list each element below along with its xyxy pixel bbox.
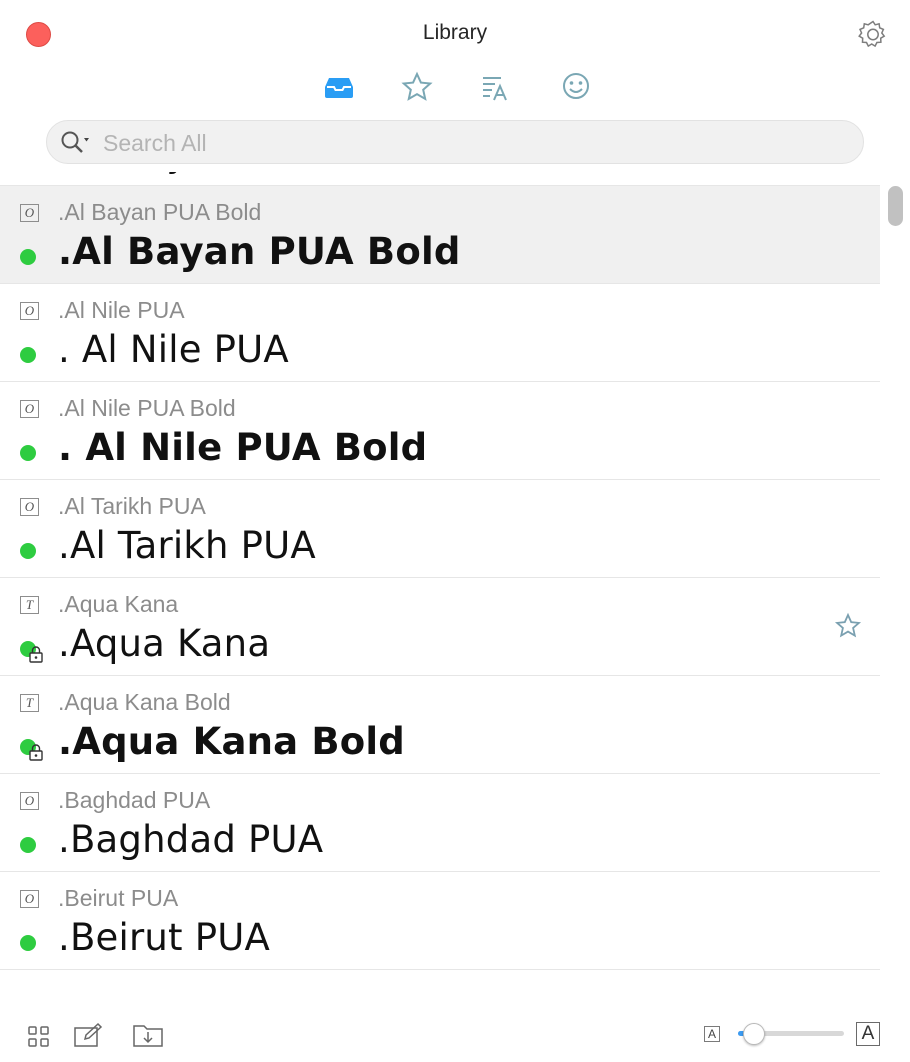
- font-preview: .Al Bayan PUA Bold: [58, 230, 461, 273]
- star-icon: [401, 71, 433, 101]
- active-status-dot[interactable]: [20, 543, 36, 559]
- font-preview: .Al Bayan PUA Plain: [58, 172, 424, 175]
- slider-knob[interactable]: [742, 1023, 765, 1045]
- tab-favorites[interactable]: [400, 70, 434, 104]
- lock-icon: [29, 744, 43, 761]
- font-family-label: .Al Nile PUA: [58, 297, 185, 323]
- import-folder-icon[interactable]: [132, 1022, 164, 1048]
- text-sort-icon: [483, 77, 507, 101]
- font-family-label: .Beirut PUA: [58, 885, 179, 911]
- font-row[interactable]: O .Baghdad PUA .Baghdad PUA: [0, 774, 880, 872]
- tab-inbox[interactable]: [322, 70, 356, 104]
- lock-icon: [29, 646, 43, 663]
- font-type-icon: O: [20, 400, 39, 418]
- search-bar: [46, 120, 864, 164]
- font-family-label: .Aqua Kana: [58, 591, 179, 617]
- font-row[interactable]: O .Al Nile PUA . Al Nile PUA: [0, 284, 880, 382]
- active-status-dot[interactable]: [20, 347, 36, 363]
- search-input[interactable]: [103, 127, 843, 159]
- scrollbar-thumb[interactable]: [888, 186, 903, 226]
- edit-icon[interactable]: [73, 1022, 103, 1048]
- font-row[interactable]: O .Al Tarikh PUA .Al Tarikh PUA: [0, 480, 880, 578]
- active-status-dot[interactable]: [20, 445, 36, 461]
- font-row[interactable]: O .Al Nile PUA Bold . Al Nile PUA Bold: [0, 382, 880, 480]
- inbox-icon: [325, 78, 353, 98]
- font-type-icon: O: [20, 204, 39, 222]
- active-status-dot[interactable]: [20, 935, 36, 951]
- active-status-dot[interactable]: [20, 837, 36, 853]
- view-tabs: [0, 70, 910, 104]
- font-family-label: .Baghdad PUA: [58, 787, 211, 813]
- font-row[interactable]: O.Al Bayan PUA Plain.Al Bayan PUA Plain: [0, 172, 880, 186]
- font-preview: .Beirut PUA: [58, 916, 271, 959]
- font-type-icon: O: [20, 302, 39, 320]
- font-type-icon: O: [20, 498, 39, 516]
- font-preview: . Al Nile PUA Bold: [58, 426, 428, 469]
- font-list[interactable]: O.Al Bayan PUA Plain.Al Bayan PUA PlainO…: [0, 172, 880, 1010]
- font-row[interactable]: O .Al Bayan PUA Bold .Al Bayan PUA Bold: [0, 186, 880, 284]
- font-preview: .Al Tarikh PUA: [58, 524, 316, 567]
- font-type-icon: T: [20, 596, 39, 614]
- tab-font-sort[interactable]: [479, 70, 513, 104]
- font-preview: . Al Nile PUA: [58, 328, 289, 371]
- font-family-label: .Aqua Kana Bold: [58, 689, 231, 715]
- font-type-icon: T: [20, 694, 39, 712]
- font-preview: .Aqua Kana Bold: [58, 720, 405, 763]
- font-preview: .Aqua Kana: [58, 622, 271, 665]
- font-type-icon: O: [20, 890, 39, 908]
- font-family-label: .Al Nile PUA Bold: [58, 395, 236, 421]
- font-row[interactable]: T .Aqua Kana Bold .Aqua Kana Bold: [0, 676, 880, 774]
- tab-emoji[interactable]: [559, 70, 593, 104]
- font-family-label: .Al Bayan PUA Bold: [58, 199, 262, 225]
- active-status-dot[interactable]: [20, 249, 36, 265]
- text-size-large-icon: A: [856, 1022, 880, 1046]
- font-row[interactable]: O .Beirut PUA .Beirut PUA: [0, 872, 880, 970]
- font-family-label: .Al Tarikh PUA: [58, 493, 206, 519]
- font-preview: .Baghdad PUA: [58, 818, 324, 861]
- search-icon[interactable]: [59, 129, 95, 157]
- grid-view-icon[interactable]: [28, 1026, 50, 1048]
- gear-icon[interactable]: [858, 19, 888, 49]
- library-window: Library Search All O .Al Bayan PUA Bold …: [0, 0, 910, 1062]
- window-title: Library: [422, 21, 488, 44]
- bottom-toolbar: A A: [0, 1010, 910, 1062]
- font-type-icon: O: [20, 792, 39, 810]
- smiley-icon: [563, 73, 589, 99]
- font-row[interactable]: T .Aqua Kana .Aqua Kana: [0, 578, 880, 676]
- favorite-star-icon[interactable]: [834, 612, 862, 640]
- text-size-small-icon: A: [704, 1026, 720, 1042]
